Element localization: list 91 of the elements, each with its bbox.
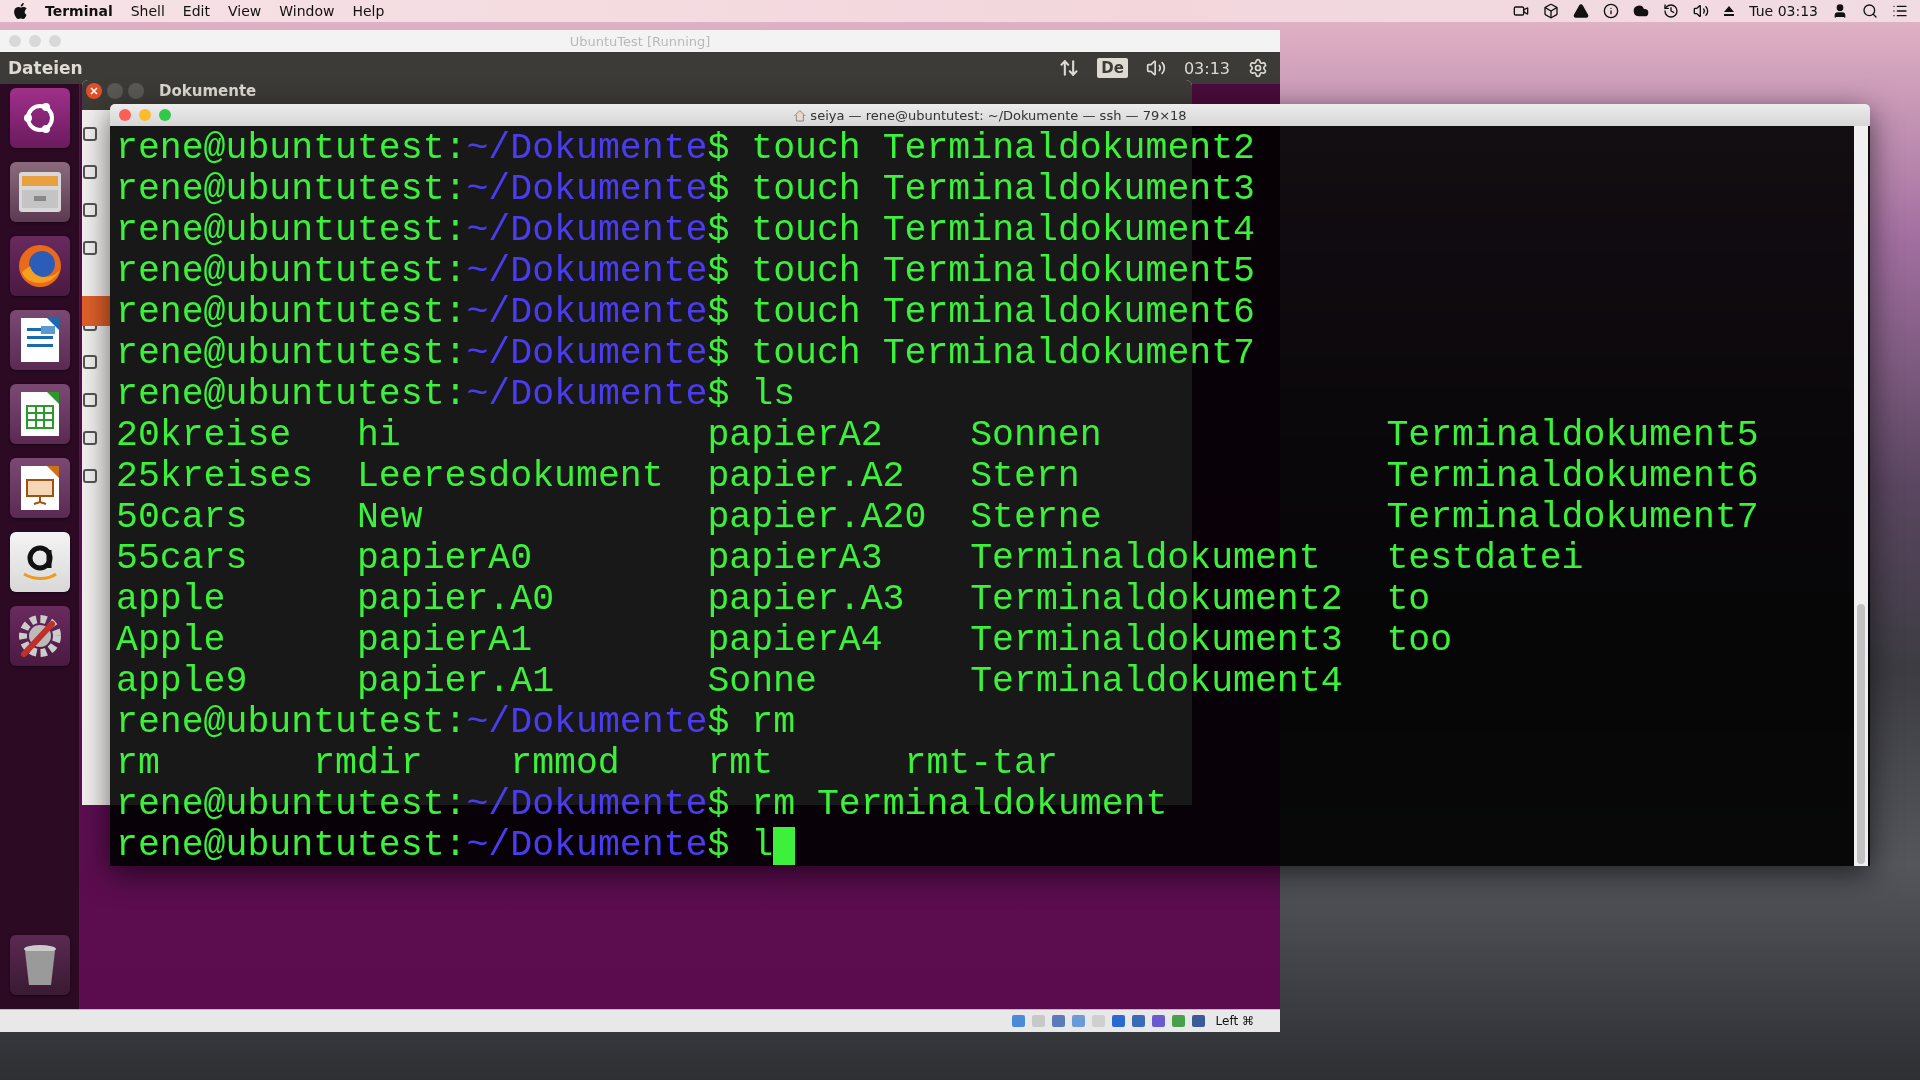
box-icon[interactable] bbox=[1543, 3, 1560, 19]
prompt-line: rene@ubuntutest:~/Dokumente$ touch Terminaldokument3 bbox=[116, 169, 1256, 210]
prompt-line: rene@ubuntutest:~/Dokumente$ touch Terminaldokument6 bbox=[116, 292, 1256, 333]
file-cabinet-icon[interactable] bbox=[9, 162, 70, 222]
menu-item[interactable]: Shell bbox=[121, 3, 174, 19]
file-name: papierA0 bbox=[356, 538, 533, 579]
close-icon bbox=[90, 87, 98, 95]
prompt-line: rene@ubuntutest:~/Dokumente$ touch Terminaldokument7 bbox=[116, 333, 1256, 374]
presentation-icon[interactable] bbox=[9, 458, 70, 518]
file-name: New bbox=[356, 497, 423, 538]
file-name: papier.A3 bbox=[707, 579, 905, 620]
window-title: seiya — rene@ubuntutest: ~/Dokumente — ssh — 79×18 bbox=[810, 107, 1187, 123]
file-name: 20kreise bbox=[116, 415, 292, 456]
file-name: Sonne bbox=[707, 661, 817, 702]
file-name: Terminaldokument bbox=[970, 538, 1321, 579]
scroll-thumb[interactable] bbox=[1857, 604, 1865, 864]
panel-title: Dateien bbox=[8, 58, 83, 78]
file-name: papier.A20 bbox=[707, 497, 927, 538]
menu-item[interactable]: Help bbox=[343, 3, 394, 19]
volume-icon[interactable] bbox=[1145, 58, 1166, 78]
triangle-icon[interactable] bbox=[1573, 3, 1590, 19]
file-name: Terminaldokument4 bbox=[970, 661, 1343, 702]
prompt-line: rene@ubuntutest:~/Dokumente$ touch Terminaldokument5 bbox=[116, 251, 1256, 292]
file-name: papierA4 bbox=[707, 620, 883, 661]
file-name: Terminaldokument2 bbox=[970, 579, 1343, 620]
menu-clock[interactable]: Tue 03:13 bbox=[1749, 3, 1818, 19]
file-name: papier.A1 bbox=[356, 661, 555, 702]
host-key-label: Left ⌘ bbox=[1215, 1014, 1254, 1028]
info-icon[interactable] bbox=[1603, 3, 1620, 19]
prompt-line: rene@ubuntutest:~/Dokumente$ ls bbox=[116, 374, 796, 415]
file-name: apple9 bbox=[116, 661, 248, 702]
file-name: Stern bbox=[970, 456, 1080, 497]
file-name: 50cars bbox=[116, 497, 248, 538]
network-icon[interactable] bbox=[1059, 58, 1080, 78]
file-name: Terminaldokument5 bbox=[1386, 415, 1759, 456]
trash-icon[interactable] bbox=[9, 935, 70, 995]
apple-icon[interactable] bbox=[12, 2, 28, 20]
file-name: papierA1 bbox=[356, 620, 533, 661]
clock-history-icon[interactable] bbox=[1663, 3, 1680, 19]
prompt-line: rene@ubuntutest:~/Dokumente$ touch Terminaldokument2 bbox=[116, 128, 1256, 169]
completion-item: rmt bbox=[707, 743, 774, 784]
cloud-icon[interactable] bbox=[1633, 3, 1650, 19]
prompt-line: rene@ubuntutest:~/Dokumente$ touch Terminaldokument4 bbox=[116, 210, 1256, 251]
user-icon[interactable] bbox=[1832, 3, 1848, 19]
file-name: papier.A0 bbox=[356, 579, 555, 620]
eject-icon[interactable] bbox=[1723, 5, 1736, 17]
file-name: hi bbox=[356, 415, 401, 456]
app-menu[interactable]: Terminal bbox=[36, 3, 122, 19]
menu-item[interactable]: Edit bbox=[173, 3, 219, 19]
keyboard-layout-indicator[interactable]: De bbox=[1097, 58, 1128, 78]
file-name: papierA2 bbox=[707, 415, 883, 456]
menu-item[interactable]: View bbox=[219, 3, 271, 19]
file-name: Leeresdokument bbox=[356, 456, 664, 497]
spreadsheet-icon[interactable] bbox=[9, 384, 70, 444]
file-name: 55cars bbox=[116, 538, 248, 579]
file-name: papier.A2 bbox=[707, 456, 905, 497]
window-title: Dokumente bbox=[159, 83, 257, 100]
file-name: too bbox=[1386, 620, 1453, 661]
prompt-line: rene@ubuntutest:~/Dokumente$ rm bbox=[116, 702, 796, 743]
close-button[interactable] bbox=[86, 83, 102, 99]
prompt-line: rene@ubuntutest:~/Dokumente$ l bbox=[116, 825, 774, 866]
settings-wrench-icon[interactable] bbox=[9, 606, 70, 666]
completion-item: rmmod bbox=[510, 743, 620, 784]
file-name: papierA3 bbox=[707, 538, 883, 579]
file-name: Terminaldokument7 bbox=[1386, 497, 1759, 538]
dash-icon[interactable] bbox=[9, 88, 70, 148]
file-name: Sonnen bbox=[970, 415, 1102, 456]
completion-item: rmt-tar bbox=[904, 743, 1058, 784]
list-icon[interactable] bbox=[1892, 3, 1908, 19]
file-name: testdatei bbox=[1386, 538, 1584, 579]
menu-item[interactable]: Window bbox=[270, 3, 344, 19]
camera-icon[interactable] bbox=[1513, 3, 1530, 19]
settings-icon[interactable] bbox=[1248, 58, 1268, 78]
panel-clock[interactable]: 03:13 bbox=[1183, 58, 1230, 78]
file-name: to bbox=[1386, 579, 1431, 620]
search-icon[interactable] bbox=[1862, 3, 1878, 19]
file-name: 25kreises bbox=[116, 456, 314, 497]
completion-item: rm bbox=[116, 743, 160, 784]
file-name: Sterne bbox=[970, 497, 1102, 538]
globe-icon[interactable] bbox=[9, 236, 70, 296]
completion-item: rmdir bbox=[313, 743, 423, 784]
home-icon bbox=[793, 108, 807, 122]
volume-icon[interactable] bbox=[1693, 3, 1710, 19]
file-name: Terminaldokument6 bbox=[1386, 456, 1759, 497]
file-name: Apple bbox=[116, 620, 226, 661]
scrollbar[interactable] bbox=[1854, 126, 1868, 866]
document-icon[interactable] bbox=[9, 310, 70, 370]
prompt-line: rene@ubuntutest:~/Dokumente$ rm Terminaldokument bbox=[116, 784, 1168, 825]
window-title: UbuntuTest [Running] bbox=[569, 33, 711, 49]
file-name: apple bbox=[116, 579, 226, 620]
file-name: Terminaldokument3 bbox=[970, 620, 1343, 661]
